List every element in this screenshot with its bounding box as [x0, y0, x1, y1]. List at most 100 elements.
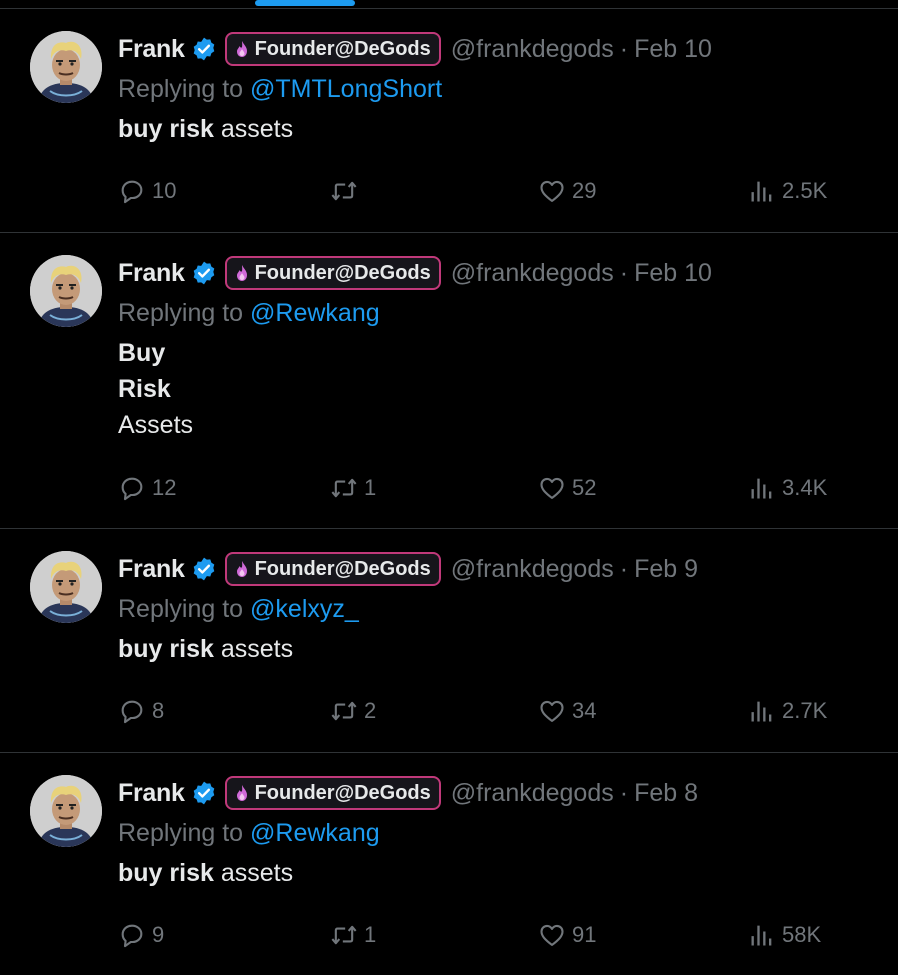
flame-icon	[235, 560, 249, 578]
views-button[interactable]: 58K	[748, 921, 821, 949]
display-name[interactable]: Frank	[118, 555, 185, 584]
replying-prefix: Replying to	[118, 75, 251, 103]
replying-to-line: Replying to @TMTLongShort	[118, 73, 878, 105]
mention-link[interactable]: @Rewkang	[250, 819, 380, 847]
tweet[interactable]: Frank Founder@DeGods @frankdegods · Feb …	[0, 529, 898, 753]
separator: ·	[619, 778, 629, 807]
tweet-body: Frank Founder@DeGods @frankdegods · Feb …	[118, 255, 878, 443]
avatar[interactable]	[30, 775, 102, 847]
mention-link[interactable]: @TMTLongShort	[250, 75, 442, 103]
avatar[interactable]	[30, 31, 102, 103]
tweet-date[interactable]: Feb 9	[634, 555, 698, 584]
replying-prefix: Replying to	[118, 299, 251, 327]
like-button[interactable]: 29	[538, 177, 596, 205]
affiliation-badge[interactable]: Founder@DeGods	[224, 32, 441, 66]
reply-count: 12	[152, 475, 177, 500]
tweet-actions: 9 1 91 58K	[118, 915, 858, 955]
views-button[interactable]: 3.4K	[748, 474, 827, 502]
reply-button[interactable]: 9	[118, 921, 164, 949]
reply-button[interactable]: 8	[118, 697, 164, 725]
user-handle[interactable]: @frankdegods	[451, 555, 614, 584]
separator: ·	[619, 34, 629, 63]
tweet-text: Buy Risk Assets	[118, 335, 878, 443]
tweet-actions: 8 2 34 2.7K	[118, 691, 858, 731]
user-handle[interactable]: @frankdegods	[451, 779, 614, 808]
avatar[interactable]	[30, 255, 102, 327]
tweet-actions: 10 29 2.5K	[118, 171, 858, 211]
reply-icon	[118, 697, 146, 725]
tweet-text: buy risk assets	[118, 111, 878, 147]
view-count: 2.7K	[782, 698, 828, 723]
reply-count: 9	[152, 922, 165, 947]
tweet-date[interactable]: Feb 10	[634, 35, 712, 64]
display-name[interactable]: Frank	[118, 779, 185, 808]
tweet-text-rest: assets	[213, 859, 294, 887]
mention-link[interactable]: @Rewkang	[250, 299, 380, 327]
affiliation-label: Founder@DeGods	[254, 557, 431, 580]
affiliation-label: Founder@DeGods	[254, 781, 431, 804]
reply-button[interactable]: 12	[118, 474, 176, 502]
like-button[interactable]: 52	[538, 474, 596, 502]
mention-link[interactable]: @kelxyz_	[250, 595, 359, 623]
verified-badge-icon	[191, 260, 217, 286]
views-chart-icon	[748, 697, 776, 725]
views-chart-icon	[748, 177, 776, 205]
user-handle[interactable]: @frankdegods	[451, 259, 614, 288]
tweet-header: Frank Founder@DeGods @frankdegods · Feb …	[118, 31, 878, 67]
tweet[interactable]: Frank Founder@DeGods @frankdegods · Feb …	[0, 753, 898, 975]
affiliation-label: Founder@DeGods	[254, 261, 431, 284]
reply-icon	[118, 474, 146, 502]
tweet-text-bold: buy risk	[118, 115, 214, 143]
retweet-button[interactable]: 1	[330, 921, 376, 949]
verified-badge-icon	[191, 36, 217, 62]
heart-icon	[538, 921, 566, 949]
display-name[interactable]: Frank	[118, 259, 185, 288]
reply-button[interactable]: 10	[118, 177, 176, 205]
like-button[interactable]: 34	[538, 697, 596, 725]
reply-count: 8	[152, 698, 165, 723]
view-count: 3.4K	[782, 475, 828, 500]
display-name[interactable]: Frank	[118, 35, 185, 64]
tweet-text-rest: assets	[213, 115, 294, 143]
separator: ·	[619, 554, 629, 583]
view-count: 2.5K	[782, 178, 828, 203]
retweet-icon	[330, 474, 358, 502]
tweet[interactable]: Frank Founder@DeGods @frankdegods · Feb …	[0, 233, 898, 529]
retweet-button[interactable]: 1	[330, 474, 376, 502]
separator: ·	[619, 258, 629, 287]
user-handle[interactable]: @frankdegods	[451, 35, 614, 64]
like-count: 29	[572, 178, 597, 203]
tweet-header: Frank Founder@DeGods @frankdegods · Feb …	[118, 551, 878, 587]
tweet-text-line-3: Assets	[118, 411, 194, 439]
tweet-body: Frank Founder@DeGods @frankdegods · Feb …	[118, 551, 878, 667]
views-button[interactable]: 2.5K	[748, 177, 827, 205]
retweet-count: 1	[364, 922, 377, 947]
verified-badge-icon	[191, 556, 217, 582]
tweet-text-bold: buy risk	[118, 635, 214, 663]
reply-icon	[118, 921, 146, 949]
tweet-text: buy risk assets	[118, 855, 878, 891]
retweet-button[interactable]: 2	[330, 697, 376, 725]
affiliation-badge[interactable]: Founder@DeGods	[224, 552, 441, 586]
retweet-button[interactable]	[330, 177, 364, 205]
tweet-text: buy risk assets	[118, 631, 878, 667]
reply-feed: Frank Founder@DeGods @frankdegods · Feb …	[0, 9, 898, 975]
avatar[interactable]	[30, 551, 102, 623]
affiliation-badge[interactable]: Founder@DeGods	[224, 776, 441, 810]
flame-icon	[235, 264, 249, 282]
tweet-actions: 12 1 52 3.4K	[118, 468, 858, 508]
like-button[interactable]: 91	[538, 921, 596, 949]
views-button[interactable]: 2.7K	[748, 697, 827, 725]
tweet[interactable]: Frank Founder@DeGods @frankdegods · Feb …	[0, 9, 898, 233]
tweet-date[interactable]: Feb 10	[634, 259, 712, 288]
tweet-header: Frank Founder@DeGods @frankdegods · Feb …	[118, 775, 878, 811]
reply-icon	[118, 177, 146, 205]
tweet-date[interactable]: Feb 8	[634, 779, 698, 808]
like-count: 34	[572, 698, 597, 723]
tweet-body: Frank Founder@DeGods @frankdegods · Feb …	[118, 775, 878, 891]
view-count: 58K	[782, 922, 822, 947]
views-chart-icon	[748, 474, 776, 502]
views-chart-icon	[748, 921, 776, 949]
heart-icon	[538, 177, 566, 205]
affiliation-badge[interactable]: Founder@DeGods	[224, 256, 441, 290]
